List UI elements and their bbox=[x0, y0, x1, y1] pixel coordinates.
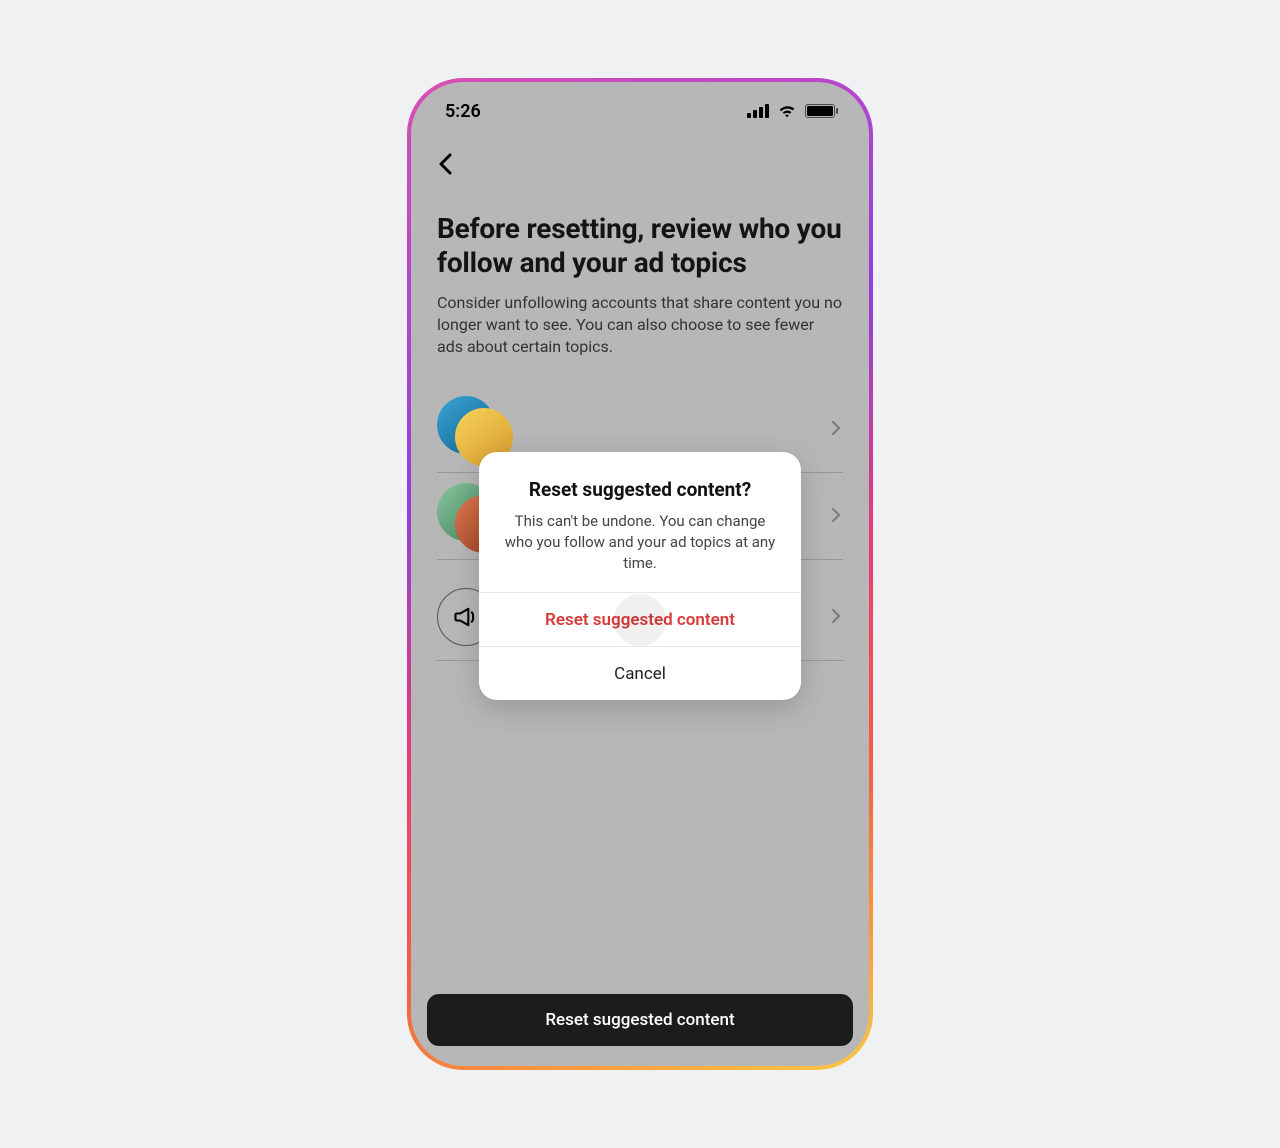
confirm-reset-dialog: Reset suggested content? This can't be u… bbox=[479, 452, 801, 700]
dialog-cancel-button[interactable]: Cancel bbox=[479, 646, 801, 700]
button-label: Reset suggested content bbox=[545, 610, 735, 630]
page-subtitle: Consider unfollowing accounts that share… bbox=[437, 292, 843, 358]
dialog-confirm-button[interactable]: Reset suggested content bbox=[479, 592, 801, 646]
button-label: Reset suggested content bbox=[545, 1010, 734, 1030]
dialog-title: Reset suggested content? bbox=[501, 478, 779, 501]
chevron-right-icon bbox=[831, 605, 843, 629]
back-button[interactable] bbox=[429, 148, 461, 180]
battery-icon bbox=[805, 104, 835, 118]
reset-suggested-content-button[interactable]: Reset suggested content bbox=[427, 994, 853, 1046]
phone-frame: Before resetting, review who you follow … bbox=[407, 78, 873, 1070]
cellular-signal-icon bbox=[747, 104, 769, 118]
status-time: 5:26 bbox=[445, 101, 481, 122]
dialog-body: This can't be undone. You can change who… bbox=[501, 511, 779, 574]
chevron-right-icon bbox=[831, 504, 843, 528]
button-label: Cancel bbox=[614, 664, 666, 684]
chevron-left-icon bbox=[438, 153, 452, 175]
wifi-icon bbox=[777, 104, 797, 118]
avatar-stack bbox=[437, 400, 507, 458]
page-title: Before resetting, review who you follow … bbox=[437, 212, 843, 280]
phone-screen: Before resetting, review who you follow … bbox=[411, 82, 869, 1066]
chevron-right-icon bbox=[831, 417, 843, 441]
status-bar: 5:26 bbox=[411, 82, 869, 132]
